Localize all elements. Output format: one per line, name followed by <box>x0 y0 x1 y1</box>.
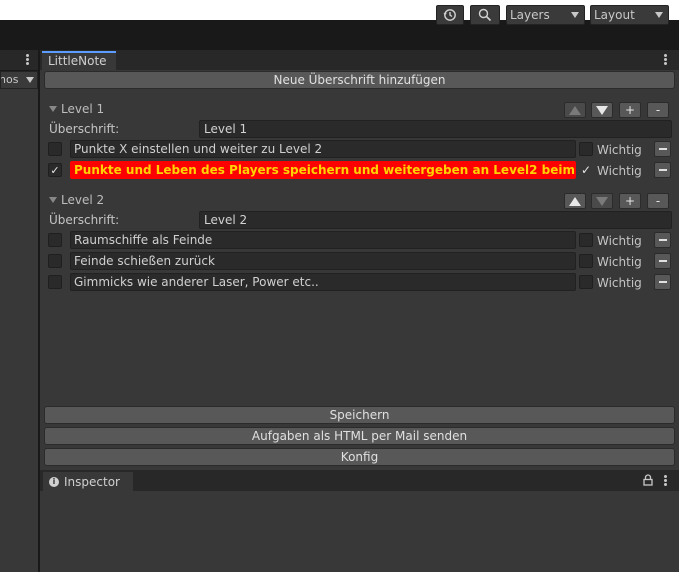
level-foldout-label: Level 1 <box>61 102 105 116</box>
task-done-checkbox[interactable] <box>48 254 62 268</box>
remove-task-button[interactable] <box>654 162 671 178</box>
more-options-icon[interactable] <box>664 479 667 482</box>
tab-inspector[interactable]: i Inspector <box>43 472 133 491</box>
important-label: Wichtig <box>597 164 642 178</box>
search-button[interactable] <box>470 5 500 25</box>
layout-dropdown[interactable]: Layout <box>590 5 669 25</box>
important-checkbox[interactable] <box>579 275 593 289</box>
important-label: Wichtig <box>597 234 642 248</box>
history-icon <box>443 9 456 21</box>
heading-input[interactable]: Level 2 <box>199 211 672 229</box>
minus-icon <box>658 260 667 262</box>
remove-heading-button[interactable]: - <box>647 102 669 118</box>
important-checkbox[interactable]: ✓ <box>579 163 593 177</box>
important-label: Wichtig <box>597 255 642 269</box>
inspector-tabbar <box>40 470 679 491</box>
important-checkbox[interactable] <box>579 233 593 247</box>
left-panel-tabbar <box>0 50 38 70</box>
search-icon <box>478 8 492 22</box>
history-button[interactable] <box>436 5 464 25</box>
remove-heading-button[interactable]: - <box>647 193 669 209</box>
arrow-up-icon <box>569 105 581 115</box>
heading-label: Überschrift: <box>49 122 120 136</box>
heading-label: Überschrift: <box>49 213 120 227</box>
more-options-icon[interactable] <box>26 58 29 61</box>
left-panel-dropdown[interactable]: nos <box>0 71 38 89</box>
chevron-down-icon <box>26 77 34 83</box>
inspector-panel <box>40 491 679 572</box>
task-done-checkbox[interactable]: ✓ <box>48 163 62 177</box>
heading-input[interactable]: Level 1 <box>199 120 672 138</box>
minus-icon <box>658 281 667 283</box>
important-checkbox[interactable] <box>579 254 593 268</box>
minus-icon <box>658 148 667 150</box>
task-done-checkbox[interactable] <box>48 275 62 289</box>
task-input[interactable]: Gimmicks wie anderer Laser, Power etc.. <box>70 273 576 291</box>
remove-task-button[interactable] <box>654 232 671 248</box>
lock-icon[interactable] <box>643 474 653 486</box>
move-down-button[interactable] <box>591 193 613 209</box>
important-label: Wichtig <box>597 143 642 157</box>
tab-inspector-label: Inspector <box>64 474 120 489</box>
important-label: Wichtig <box>597 276 642 290</box>
layout-dropdown-label: Layout <box>594 8 635 22</box>
littlenote-tabbar <box>40 50 679 70</box>
arrow-up-icon <box>569 196 581 206</box>
minus-icon <box>658 239 667 241</box>
move-down-button[interactable] <box>591 102 613 118</box>
chevron-down-icon <box>571 12 579 18</box>
send-mail-button[interactable]: Aufgaben als HTML per Mail senden <box>44 427 675 445</box>
level-foldout[interactable]: Level 1 <box>49 101 104 117</box>
level-foldout-label: Level 2 <box>61 193 105 207</box>
layers-dropdown-label: Layers <box>510 8 550 22</box>
remove-task-button[interactable] <box>654 141 671 157</box>
add-task-button[interactable]: + <box>619 193 641 209</box>
move-up-button[interactable] <box>564 193 586 209</box>
arrow-down-icon <box>596 196 608 206</box>
level-foldout[interactable]: Level 2 <box>49 192 104 208</box>
add-heading-button[interactable]: Neue Überschrift hinzufügen <box>44 71 675 89</box>
more-options-icon[interactable] <box>664 58 667 61</box>
left-panel-body <box>0 89 38 572</box>
foldout-arrow-icon <box>49 106 57 112</box>
task-input[interactable]: Feinde schießen zurück <box>70 252 576 270</box>
tab-littlenote[interactable]: LittleNote <box>42 51 116 70</box>
minus-icon <box>658 169 667 171</box>
task-input[interactable]: Punkte und Leben des Players speichern u… <box>70 161 576 179</box>
chevron-down-icon <box>655 12 663 18</box>
left-panel-dropdown-label: nos <box>0 73 19 86</box>
important-checkbox[interactable] <box>579 142 593 156</box>
task-done-checkbox[interactable] <box>48 142 62 156</box>
remove-task-button[interactable] <box>654 253 671 269</box>
move-up-button[interactable] <box>564 102 586 118</box>
task-done-checkbox[interactable] <box>48 233 62 247</box>
config-button[interactable]: Konfig <box>44 448 675 466</box>
add-task-button[interactable]: + <box>619 102 641 118</box>
task-input[interactable]: Punkte X einstellen und weiter zu Level … <box>70 140 576 158</box>
arrow-down-icon <box>596 105 608 115</box>
remove-task-button[interactable] <box>654 274 671 290</box>
save-button[interactable]: Speichern <box>44 406 675 424</box>
task-input[interactable]: Raumschiffe als Feinde <box>70 231 576 249</box>
info-icon: i <box>49 476 59 487</box>
layers-dropdown[interactable]: Layers <box>506 5 585 25</box>
foldout-arrow-icon <box>49 197 57 203</box>
